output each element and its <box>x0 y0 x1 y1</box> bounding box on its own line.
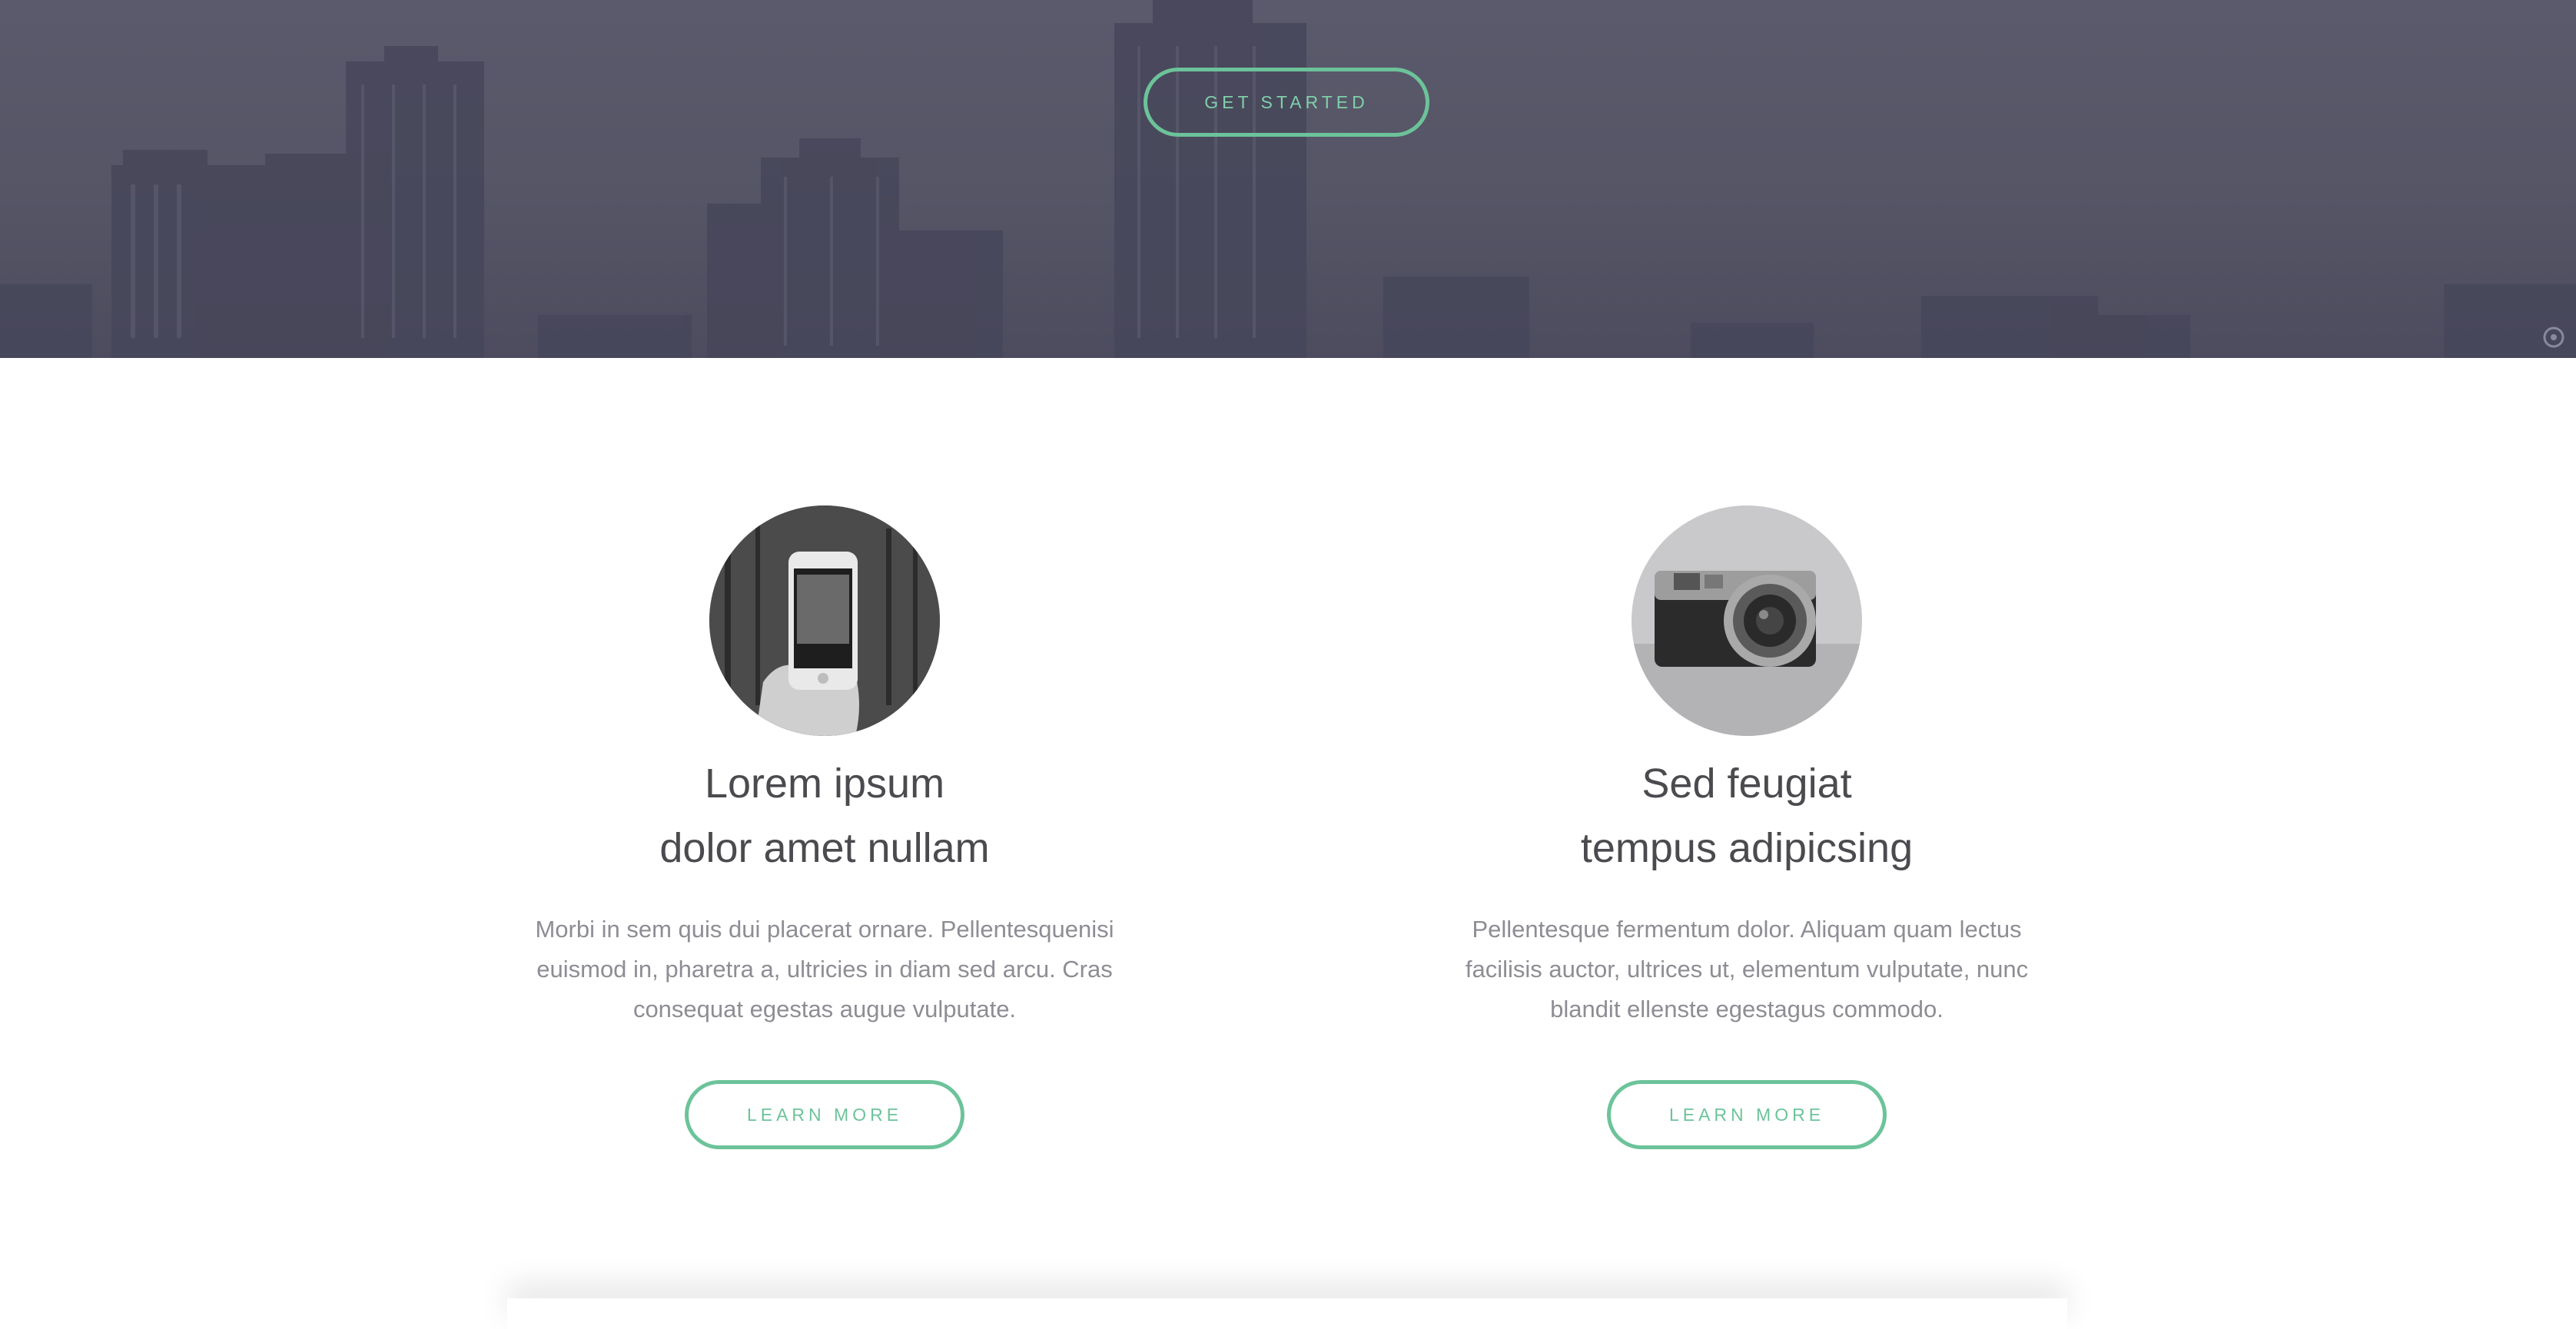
camera-icon <box>1632 505 1862 736</box>
feature-title-line2: dolor amet nullam <box>659 825 990 871</box>
feature-title-line2: tempus adipicsing <box>1580 825 1914 871</box>
feature-card-left: Lorem ipsum dolor amet nullam Morbi in s… <box>525 505 1124 1149</box>
hero-banner: GET STARTED <box>0 0 2576 358</box>
feature-description: Morbi in sem quis dui placerat ornare. P… <box>535 916 1114 1022</box>
feature-title: Lorem ipsum dolor amet nullam <box>659 751 989 880</box>
learn-more-button[interactable]: LEARN MORE <box>685 1080 964 1149</box>
get-started-button[interactable]: GET STARTED <box>1144 68 1429 137</box>
phone-in-hand-icon <box>709 505 940 736</box>
feature-title: Sed feugiat tempus adipicsing <box>1581 751 1913 880</box>
learn-more-button[interactable]: LEARN MORE <box>1607 1080 1887 1149</box>
vintage-camera-photo <box>1632 505 1862 736</box>
feature-card-right: Sed feugiat tempus adipicsing Pellentesq… <box>1447 505 2047 1149</box>
city-skyline-background <box>0 0 2576 358</box>
phone-in-hand-photo <box>709 505 940 736</box>
feature-title-line1: Sed feugiat <box>1642 761 1852 807</box>
feature-description: Pellentesque fermentum dolor. Aliquam qu… <box>1465 916 2029 1022</box>
circle-logo-icon <box>2543 326 2564 348</box>
feature-title-line1: Lorem ipsum <box>704 761 945 807</box>
next-section-card <box>507 1298 2067 1329</box>
